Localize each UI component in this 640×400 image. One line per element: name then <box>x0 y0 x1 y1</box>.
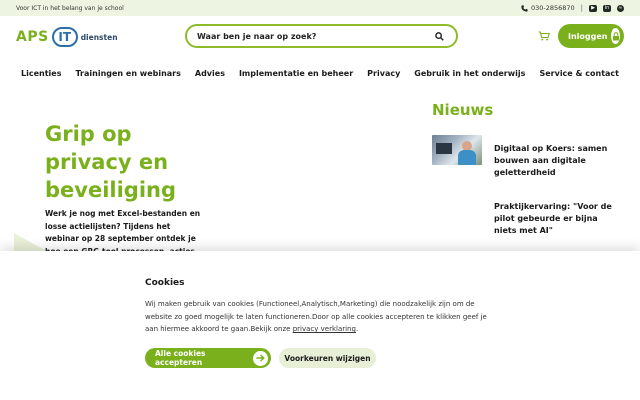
thumbnail-screen <box>436 143 452 154</box>
hero-title: Grip op privacy en beveiliging <box>45 122 177 202</box>
accept-label: Alle cookies accepteren <box>155 349 206 367</box>
logo-diensten: diensten <box>80 32 118 42</box>
privacy-link[interactable]: privacy verklaring <box>293 325 356 333</box>
search-icon[interactable] <box>435 31 444 41</box>
nav-item-privacy[interactable]: Privacy <box>367 69 400 78</box>
login-label: Inloggen <box>568 31 608 41</box>
arrow-right-icon <box>253 350 268 366</box>
login-button[interactable]: Inloggen <box>558 24 624 48</box>
top-bar: Voor ICT in het belang van je school 030… <box>0 0 640 16</box>
main-nav: Licenties Trainingen en webinars Advies … <box>0 58 640 88</box>
thumbnail-person-body <box>458 150 476 165</box>
accept-cookies-button[interactable]: Alle cookies accepteren <box>145 348 271 368</box>
nav-item-implementatie[interactable]: Implementatie en beheer <box>239 69 353 78</box>
phone-number: 030-2856870 <box>530 4 575 12</box>
nav-item-trainingen[interactable]: Trainingen en webinars <box>75 69 180 78</box>
news-item-link[interactable]: Praktijkervaring: "Voor de pilot gebeurd… <box>494 201 612 237</box>
search-input[interactable]: Waar ben je naar op zoek? <box>185 24 458 48</box>
cookie-banner: Cookies Wij maken gebruik van cookies (F… <box>0 251 640 400</box>
preferences-button[interactable]: Voorkeuren wijzigen <box>279 348 376 368</box>
logo[interactable]: APS IT diensten <box>16 27 118 47</box>
news-thumbnail[interactable] <box>432 135 482 165</box>
linkedin-icon[interactable]: in <box>603 4 611 12</box>
nav-item-service-contact[interactable]: Service & contact <box>539 69 619 78</box>
tagline: Voor ICT in het belang van je school <box>16 4 124 12</box>
news-item-link[interactable]: Digitaal op Koers: samen bouwen aan digi… <box>494 143 612 179</box>
nav-item-licenties[interactable]: Licenties <box>21 69 61 78</box>
cookie-text: Wij maken gebruik van cookies (Functione… <box>145 298 500 336</box>
logo-it: IT <box>51 27 78 47</box>
youtube-icon[interactable]: ▶ <box>589 4 597 12</box>
cart-icon[interactable] <box>538 31 550 41</box>
topbar-right: 030-2856870 | ▶ in ≈ <box>521 4 624 12</box>
search-placeholder: Waar ben je naar op zoek? <box>197 31 317 41</box>
cookie-title: Cookies <box>145 278 185 288</box>
logo-aps: APS <box>16 29 49 45</box>
separator: | <box>580 4 583 12</box>
header: APS IT diensten Waar ben je naar op zoek… <box>0 16 640 58</box>
lock-icon <box>611 28 620 44</box>
cookie-suffix: . <box>355 325 359 333</box>
news-heading: Nieuws <box>432 101 494 119</box>
phone-link[interactable]: 030-2856870 <box>521 4 575 12</box>
spotify-icon[interactable]: ≈ <box>617 4 624 12</box>
nav-item-advies[interactable]: Advies <box>195 69 225 78</box>
phone-icon <box>521 4 528 12</box>
nav-item-onderwijs[interactable]: Gebruik in het onderwijs <box>414 69 525 78</box>
